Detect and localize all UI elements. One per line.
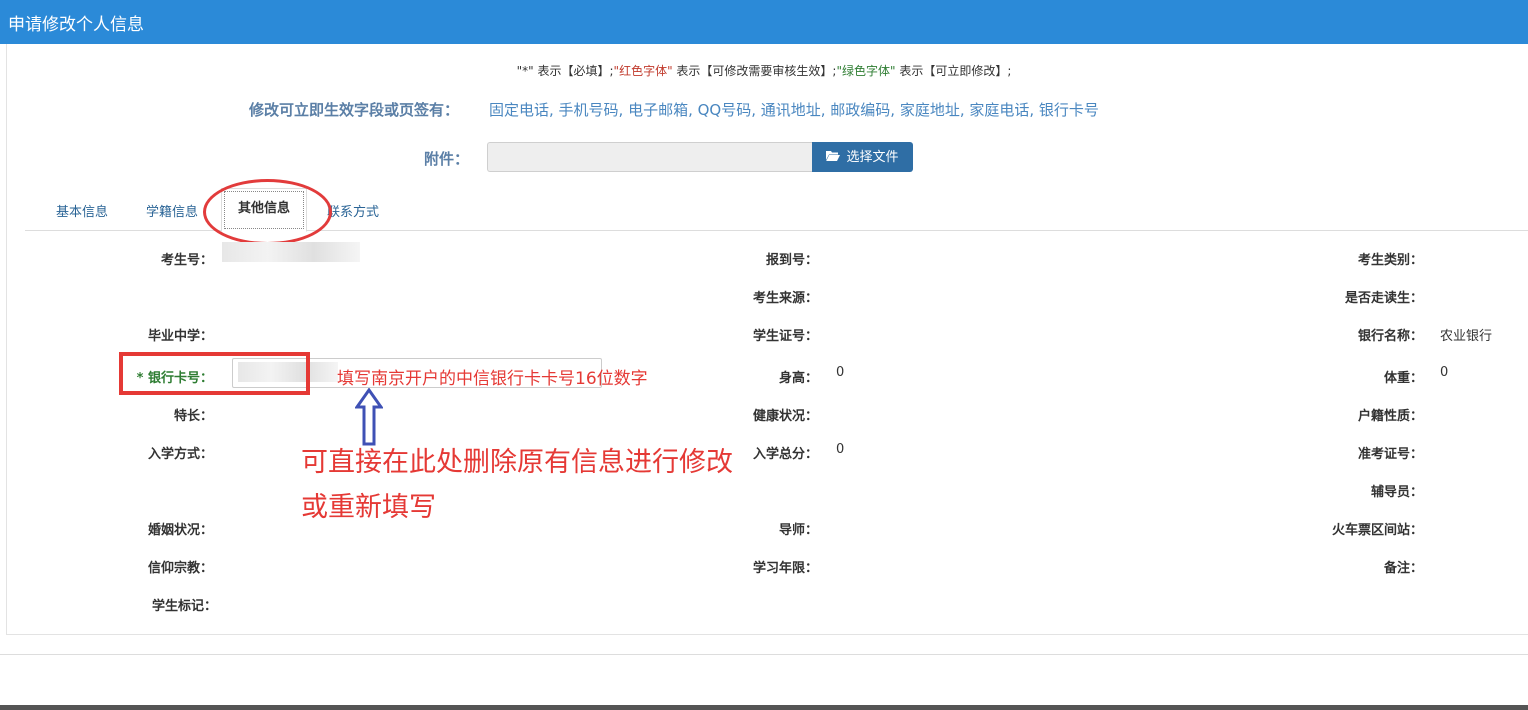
exam-type-label: 考生类别： [1357, 253, 1423, 268]
commuter-label: 是否走读生： [1344, 291, 1423, 306]
instant-fields-label: 修改可立即生效字段或页签有： [249, 101, 460, 119]
bank-card-hint: 填写南京开户的中信银行卡卡号16位数字 [337, 369, 648, 389]
legend-text: "*" 表示【必填】;"红色字体" 表示【可修改需要审核生效】;"绿色字体" 表… [0, 62, 1528, 79]
tab-basic-info[interactable]: 基本信息 [56, 201, 108, 220]
student-id-label: 学生证号： [752, 329, 818, 344]
legend-green-desc: 表示【可立即修改】; [895, 64, 1012, 78]
train-station-label: 火车票区间站： [1331, 523, 1423, 538]
legend-green: "绿色字体" [836, 64, 896, 78]
study-years-label: 学习年限： [752, 561, 818, 576]
height-value: 0 [836, 365, 845, 380]
high-school-label: 毕业中学： [147, 329, 213, 344]
bank-name-value: 农业银行 [1440, 329, 1493, 344]
annotation-up-arrow [355, 388, 383, 446]
annotation-text-line2: 或重新填写 [301, 492, 436, 523]
window-title: 申请修改个人信息 [8, 15, 144, 35]
annotation-text-line1: 可直接在此处删除原有信息进行修改 [301, 447, 733, 478]
tab-enrollment-info[interactable]: 学籍信息 [146, 201, 198, 220]
choose-file-button[interactable]: 选择文件 [812, 142, 913, 172]
weight-value: 0 [1440, 365, 1449, 380]
attachment-label: 附件： [424, 150, 470, 168]
total-score-value: 0 [836, 442, 845, 457]
footer-divider [0, 654, 1528, 655]
instant-fields-list: 固定电话, 手机号码, 电子邮箱, QQ号码, 通讯地址, 邮政编码, 家庭地址… [489, 101, 1099, 119]
choose-file-label: 选择文件 [846, 150, 899, 165]
exam-no-label: 考生号： [160, 253, 213, 268]
tab-contact-info[interactable]: 联系方式 [327, 201, 379, 220]
specialty-label: 特长： [173, 409, 213, 424]
legend-required: "*" 表示【必填】; [516, 64, 614, 78]
attachment-file-input[interactable] [487, 142, 812, 172]
bank-name-label: 银行名称： [1357, 329, 1423, 344]
remark-label: 备注： [1383, 561, 1423, 576]
religion-label: 信仰宗教： [147, 561, 213, 576]
admission-ticket-label: 准考证号： [1357, 447, 1423, 462]
counselor-label: 辅导员： [1370, 485, 1423, 500]
exam-no-value-redacted [222, 242, 360, 262]
household-label: 户籍性质： [1357, 409, 1423, 424]
legend-red-desc: 表示【可修改需要审核生效】; [672, 64, 837, 78]
annotation-red-box [119, 352, 310, 395]
student-mark-label: 学生标记： [151, 599, 217, 614]
annotation-circle [203, 179, 332, 245]
exam-source-label: 考生来源： [752, 291, 818, 306]
title-bar: 申请修改个人信息 [0, 0, 1528, 44]
tutor-label: 导师： [778, 523, 818, 538]
legend-red: "红色字体" [613, 64, 673, 78]
admission-mode-label: 入学方式： [147, 447, 213, 462]
weight-label: 体重： [1383, 371, 1423, 386]
height-label: 身高： [778, 371, 818, 386]
health-label: 健康状况： [752, 409, 818, 424]
folder-open-icon [826, 142, 841, 172]
total-score-label: 入学总分： [752, 447, 818, 462]
report-no-label: 报到号： [765, 253, 818, 268]
marital-label: 婚姻状况： [147, 523, 213, 538]
bottom-bar [0, 705, 1528, 710]
